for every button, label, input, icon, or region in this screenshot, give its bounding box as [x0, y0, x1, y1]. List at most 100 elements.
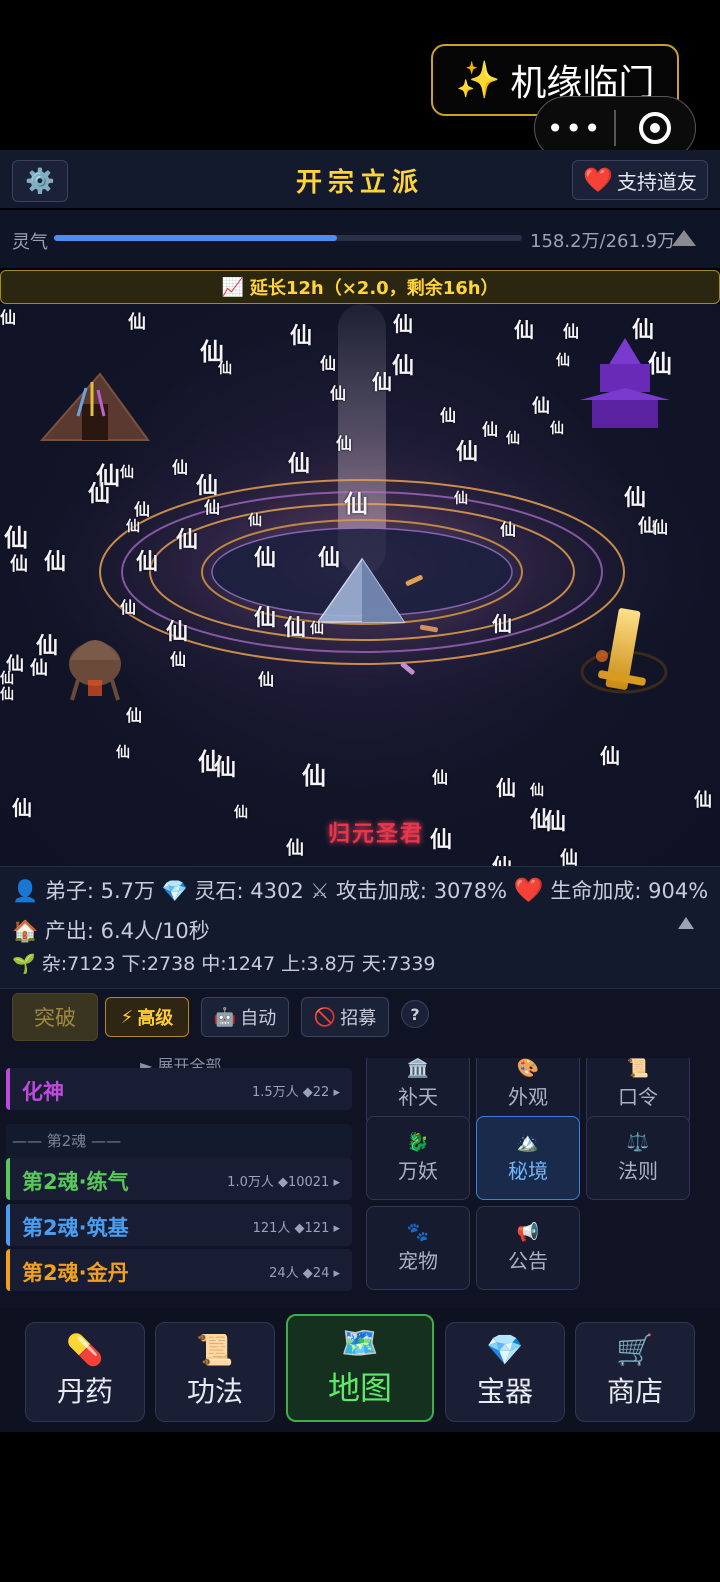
gem-icon: 💎	[161, 879, 188, 903]
disciple-xian-glyph: 仙	[372, 370, 392, 394]
disciple-xian-glyph: 仙	[344, 490, 368, 518]
group-header-second-soul[interactable]: —— 第2魂 ——	[6, 1124, 352, 1158]
disciple-xian-glyph: 仙	[88, 482, 111, 507]
disciple-xian-glyph: 仙	[120, 598, 137, 617]
disciple-xian-glyph: 仙	[218, 361, 232, 377]
feature-label: 万妖	[398, 1159, 438, 1183]
support-label: 支持道友	[616, 169, 697, 194]
output-rate: 产出: 6.4人/10秒	[44, 919, 210, 943]
disciple-xian-glyph: 仙	[126, 706, 143, 725]
disciple-xian-glyph: 仙	[254, 546, 277, 571]
disciple-xian-glyph: 仙	[258, 670, 275, 689]
help-button[interactable]: ?	[401, 1000, 429, 1028]
qi-value: 158.2万/261.9万	[530, 231, 676, 252]
disciple-xian-glyph: 仙	[248, 513, 262, 529]
qi-progress-bar	[54, 235, 522, 241]
realm-item-name: 第2魂·金丹	[22, 1261, 129, 1285]
advanced-label: 高级	[137, 1008, 174, 1029]
feature-grid: 🏛️ 补天 🎨 外观 📜 口令 🐉 万妖 🏔️ 秘境 ⚖️ 法则 🐾 宠物 📢 …	[358, 1058, 720, 1308]
disciple-xian-glyph: 仙	[10, 554, 28, 575]
recruit-button[interactable]: 🚫 招募	[301, 997, 389, 1037]
disciple-xian-glyph: 仙	[254, 606, 277, 631]
disciple-xian-glyph: 仙	[120, 465, 134, 481]
bottom-nav: 💊 丹药 📜 功法 🗺️ 地图 💎 宝器 🛒 商店	[0, 1308, 720, 1432]
disciple-xian-glyph: 仙	[286, 838, 304, 859]
realm-item-lianqi[interactable]: 第2魂·练气 1.0万人 ◆10021 ▸	[6, 1158, 352, 1200]
scroll-icon: 📜	[626, 1058, 650, 1079]
nav-shop[interactable]: 🛒 商店	[575, 1322, 695, 1422]
disciple-xian-glyph: 仙	[432, 768, 449, 787]
disciple-xian-glyph: 仙	[440, 406, 457, 425]
disciple-xian-glyph: 仙	[170, 650, 187, 669]
close-miniprogram-button[interactable]	[616, 112, 695, 144]
auto-button[interactable]: 🤖 自动	[201, 997, 289, 1037]
feature-announcement[interactable]: 📢 公告	[476, 1206, 580, 1290]
realm-item-name: 第2魂·练气	[22, 1170, 129, 1194]
nav-pills[interactable]: 💊 丹药	[25, 1322, 145, 1422]
collapse-arrow-icon[interactable]	[678, 917, 694, 929]
disciple-xian-glyph: 仙	[0, 687, 14, 703]
nav-map[interactable]: 🗺️ 地图	[286, 1314, 434, 1422]
realm-item-huashen[interactable]: 化神 1.5万人 ◆22 ▸	[6, 1068, 352, 1110]
realm-item-jindan[interactable]: 第2魂·金丹 24人 ◆24 ▸	[6, 1249, 352, 1291]
disciple-xian-glyph: 仙	[496, 776, 516, 800]
disciple-xian-glyph: 仙	[506, 431, 520, 447]
nav-techniques[interactable]: 📜 功法	[155, 1322, 275, 1422]
realm-item-zhuji[interactable]: 第2魂·筑基 121人 ◆121 ▸	[6, 1204, 352, 1246]
feature-wanyao[interactable]: 🐉 万妖	[366, 1116, 470, 1200]
disciples-count: 弟子: 5.7万	[44, 879, 155, 903]
disciple-xian-glyph: 仙	[310, 621, 324, 637]
spirit-stones-count: 灵石: 4302	[194, 879, 304, 903]
disciple-xian-glyph: 仙	[44, 550, 67, 575]
pill-icon: 💊	[66, 1333, 104, 1368]
realm-list: ► 展开全部 化神 1.5万人 ◆22 ▸ 第2魂·练气 1.0万人 ◆1002…	[0, 1058, 358, 1308]
boost-banner[interactable]: 📈 延长12h（×2.0，剩余16h）	[0, 270, 720, 304]
disciple-xian-glyph: 仙	[320, 354, 337, 373]
auto-label: 自动	[240, 1008, 277, 1029]
feature-secret-realm[interactable]: 🏔️ 秘境	[476, 1116, 580, 1200]
disciple-xian-glyph: 仙	[392, 354, 415, 379]
nav-treasures[interactable]: 💎 宝器	[445, 1322, 565, 1422]
home-icon: 🏠	[12, 919, 39, 943]
disciple-xian-glyph: 仙	[556, 353, 570, 369]
chart-up-icon: 📈	[221, 276, 244, 298]
disciple-xian-glyph: 仙	[204, 498, 221, 517]
disciple-xian-glyph: 仙	[290, 324, 313, 349]
disciple-xian-glyph: 仙	[284, 616, 307, 641]
breakthrough-button[interactable]: 突破	[12, 993, 98, 1041]
disciple-xian-glyph: 仙	[500, 520, 517, 539]
stats-line-1: 👤 弟子: 5.7万 💎 灵石: 4302 ⚔ 攻击加成: 3078% ❤️ 生…	[12, 875, 708, 905]
tier-counts: 杂:7123 下:2738 中:1247 上:3.8万 天:7339	[41, 953, 436, 975]
support-button[interactable]: ❤️ 支持道友	[572, 160, 708, 200]
more-menu-icon[interactable]: •••	[535, 112, 614, 145]
mountain-icon: 🏔️	[516, 1132, 540, 1153]
disciple-xian-glyph: 仙	[214, 756, 237, 781]
disciple-xian-glyph: 仙	[482, 420, 499, 439]
sect-scene[interactable]: 仙仙仙仙仙仙仙仙仙仙仙仙仙仙仙仙仙仙仙仙仙仙仙仙仙仙仙仙仙仙仙仙仙仙仙仙仙仙仙仙…	[0, 304, 720, 866]
gem-icon: 💎	[486, 1333, 524, 1368]
feature-label: 公告	[508, 1249, 548, 1273]
disciple-xian-glyph: 仙	[302, 762, 326, 790]
mountain-icon[interactable]	[672, 230, 696, 246]
feature-law[interactable]: ⚖️ 法则	[586, 1116, 690, 1200]
disciple-xian-glyph: 仙	[532, 396, 550, 417]
advanced-button[interactable]: ⚡ 高级	[105, 997, 189, 1037]
feature-label: 宠物	[398, 1249, 438, 1273]
disciple-xian-glyph: 仙	[430, 828, 453, 853]
disciple-xian-glyph: 仙	[624, 486, 647, 511]
disciple-xian-glyph: 仙	[30, 658, 48, 679]
disciple-xian-glyph: 仙	[126, 519, 140, 535]
disciple-xian-glyph: 仙	[128, 312, 146, 333]
feature-pet[interactable]: 🐾 宠物	[366, 1206, 470, 1290]
realm-item-meta: 121人 ◆121 ▸	[252, 1221, 340, 1236]
attack-bonus: 攻击加成: 3078%	[335, 879, 508, 903]
disciple-xian-glyph: 仙	[563, 322, 580, 341]
feature-label: 补天	[398, 1085, 438, 1109]
paw-icon: 🐾	[406, 1222, 430, 1243]
disciple-xian-glyph: 仙	[318, 546, 341, 571]
sprout-icon: 🌱	[12, 953, 36, 975]
disciple-xian-glyph: 仙	[456, 440, 479, 465]
disciple-xian-glyph: 仙	[172, 458, 189, 477]
temple-icon: 🏛️	[406, 1058, 430, 1079]
scroll-icon: 📜	[196, 1333, 234, 1368]
